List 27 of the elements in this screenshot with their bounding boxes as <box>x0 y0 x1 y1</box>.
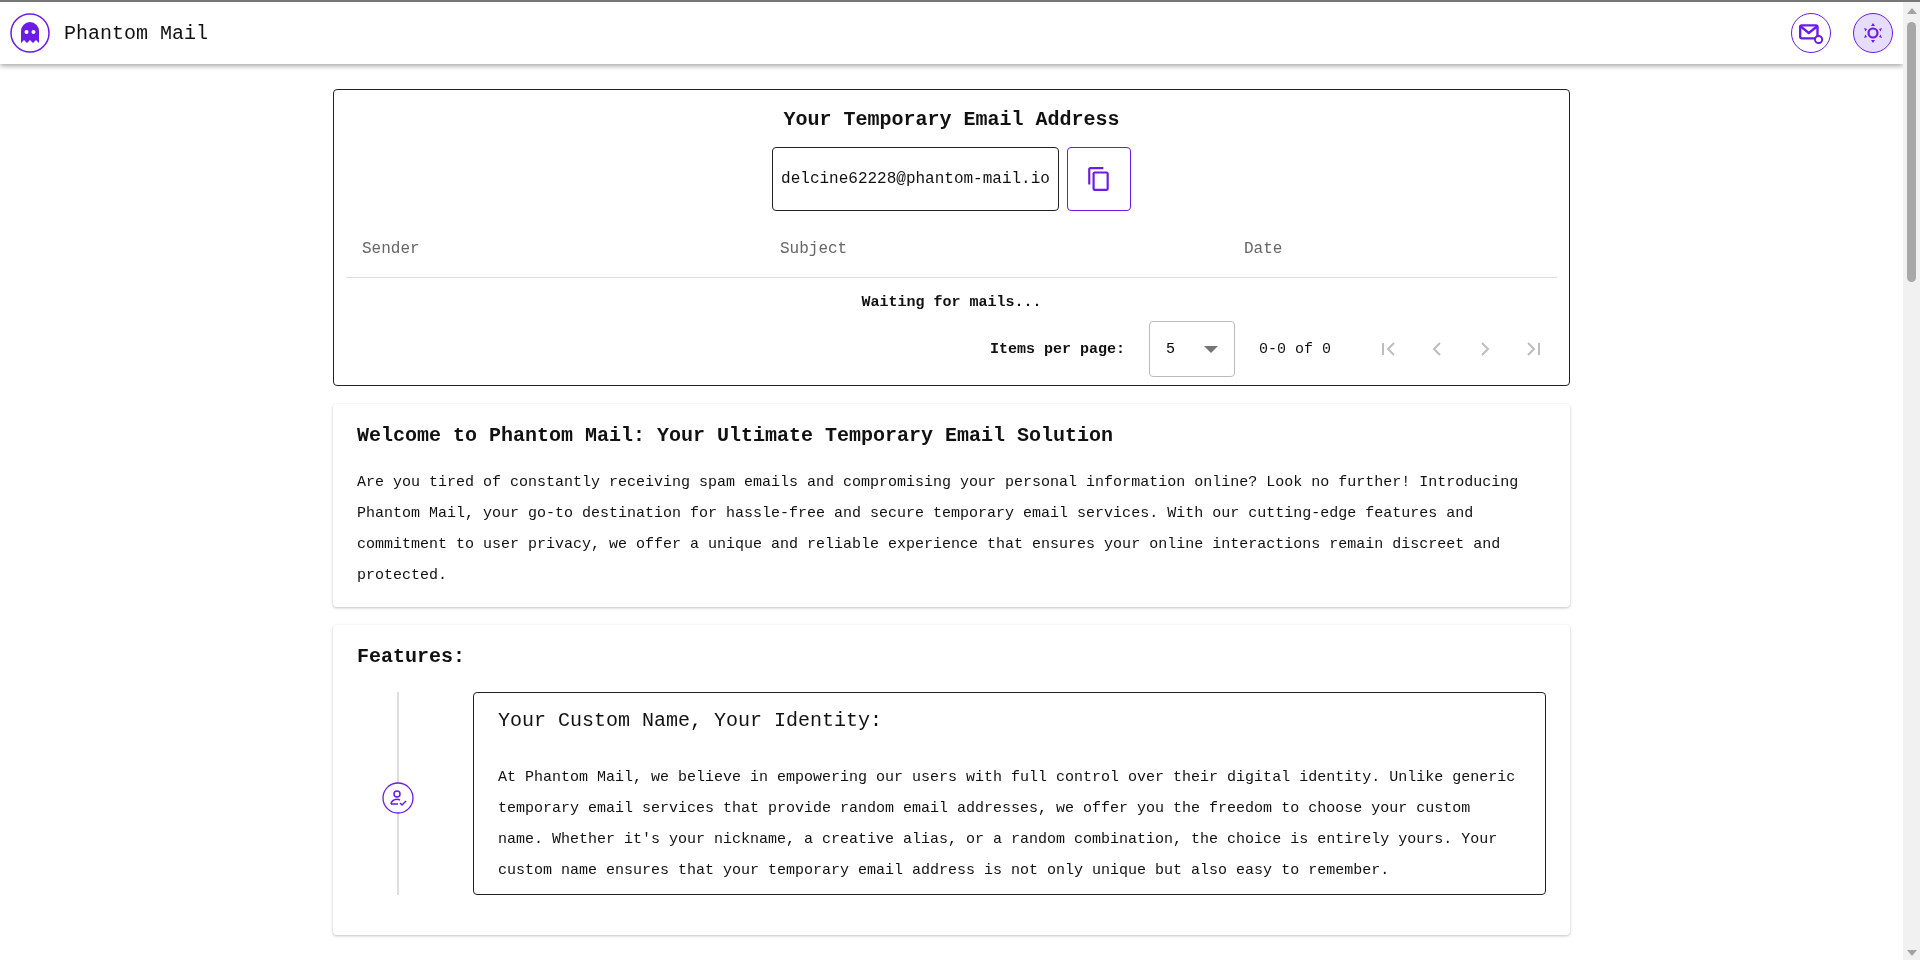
welcome-title: Welcome to Phantom Mail: Your Ultimate Temporary Email Solution <box>357 424 1115 447</box>
items-per-page-select[interactable]: 5 <box>1149 321 1235 377</box>
theme-toggle-button[interactable] <box>1853 13 1893 53</box>
dropdown-caret-icon <box>1204 345 1218 353</box>
scrollbar[interactable] <box>1903 2 1920 960</box>
scrollbar-thumb[interactable] <box>1907 22 1916 282</box>
copy-button[interactable] <box>1066 147 1131 211</box>
page-range: 0-0 of 0 <box>1259 340 1331 358</box>
features-title: Features: <box>357 645 467 668</box>
email-address-field[interactable]: delcine62228@phantom-mail.io <box>772 147 1059 211</box>
ghost-logo-icon <box>10 13 50 53</box>
user-check-icon <box>382 782 414 814</box>
column-header: Sender <box>362 240 421 258</box>
scroll-down-icon <box>1906 950 1917 956</box>
scroll-up-icon <box>1906 8 1917 14</box>
refresh-mail-button[interactable] <box>1791 13 1831 53</box>
welcome-paragraph: Are you tired of constantly receiving spam emails and compromising your personal information online? Look no further! Introducing Phantom Mail, your go-to destination for hassle-free and secure temporary email services. With our cutting-edge features and commitment to user privacy, we offer a unique and reliable experience that ensures your online interactions remain discreet and protected. <box>357 473 1520 586</box>
copy-icon <box>1085 166 1112 192</box>
column-header: Subject <box>780 240 849 258</box>
empty-message: Waiting for mails... <box>860 293 1043 313</box>
column-header: Date <box>1244 240 1283 258</box>
items-per-page-label: Items per page: <box>989 340 1125 358</box>
card-title: Your Temporary Email Address <box>782 108 1121 131</box>
feature-paragraph: At Phantom Mail, we believe in empowering our users with full control over their digital identity. Unlike generic temporary email services that provide random email addresses, we offer you the freedom to choose your custom name. Whether it's your nickname, a creative alias, or a random combination, the choice is entirely yours. Your custom name ensures that your temporary email address is not only unique but also easy to remember. <box>498 768 1517 881</box>
app-title: Phantom Mail <box>64 21 209 45</box>
feature-title: Your Custom Name, Your Identity: <box>498 709 884 732</box>
sun-icon <box>1861 21 1885 45</box>
